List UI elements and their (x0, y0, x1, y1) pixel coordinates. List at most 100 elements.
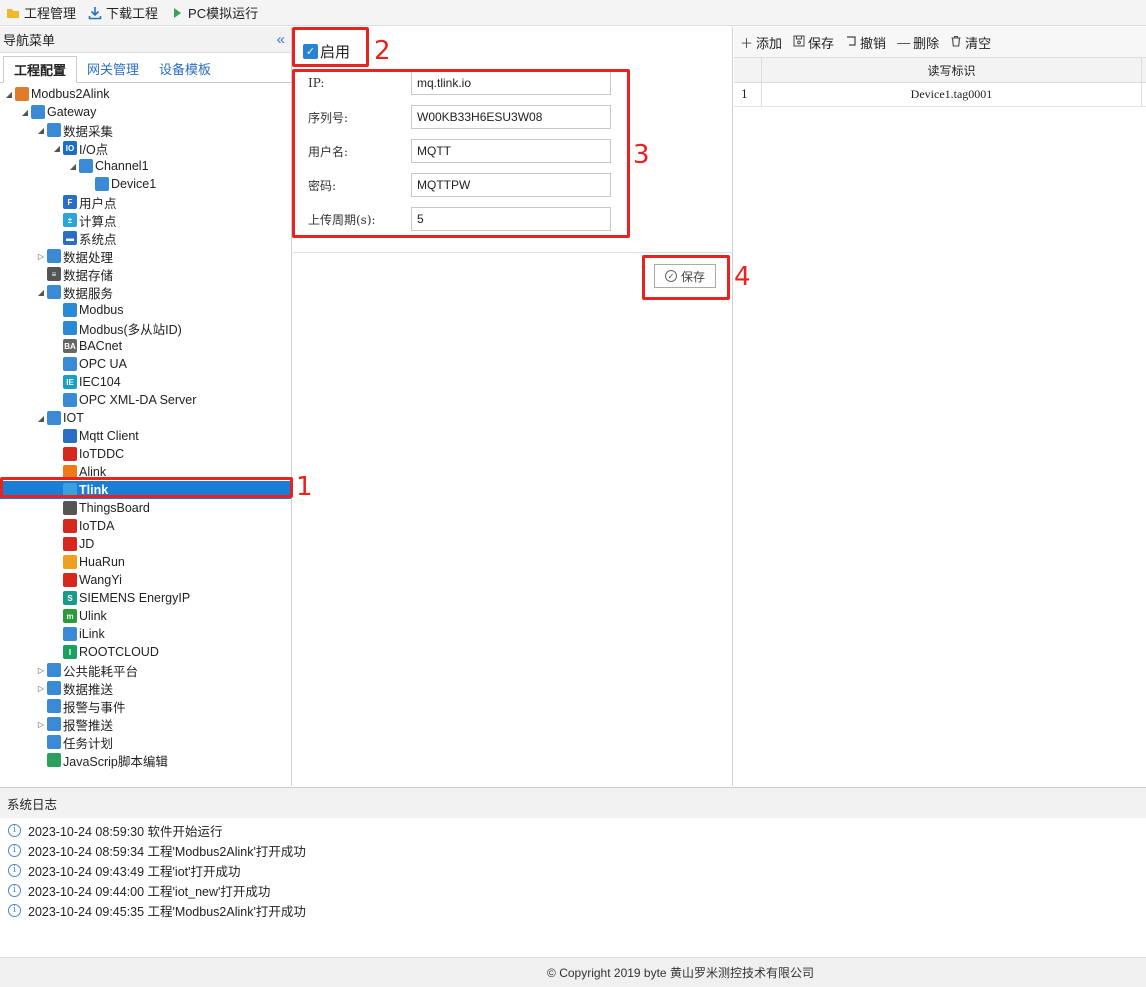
tab-device-template[interactable]: 设备模板 (149, 55, 221, 82)
calendar-icon (47, 735, 61, 749)
tree-item-ulink[interactable]: m Ulink (0, 607, 291, 625)
grid-toolbar: ＋ 添加 保存 撤销 — 删除 清空 (734, 27, 1146, 58)
tree-item-iotda[interactable]: IoTDA (0, 517, 291, 535)
tree-item-modbus2alink[interactable]: ◢ Modbus2Alink (0, 85, 291, 103)
collapsed-arrow-icon[interactable]: ▷ (35, 684, 47, 693)
tree-item-iec104[interactable]: IE IEC104 (0, 373, 291, 391)
expanded-arrow-icon[interactable]: ◢ (35, 414, 47, 423)
download-project-button[interactable]: 下载工程 (88, 3, 158, 22)
tab-project-config[interactable]: 工程配置 (3, 56, 78, 83)
tree-item-[interactable]: ◢ 数据采集 (0, 121, 291, 139)
expanded-arrow-icon[interactable]: ◢ (35, 126, 47, 135)
tree-item-label: IoTDDC (79, 447, 125, 461)
tree-item-label: Gateway (47, 105, 97, 119)
tree-item-[interactable]: ▷ 数据推送 (0, 679, 291, 697)
tree-item-mqtt-client[interactable]: Mqtt Client (0, 427, 291, 445)
nav-panel: 导航菜单 « 工程配置 网关管理 设备模板 ◢ Modbus2Alink ◢ Gate… (0, 27, 292, 786)
tree-item-label: HuaRun (79, 555, 125, 569)
download-project-label: 下载工程 (106, 6, 159, 21)
column-header-rw-tag[interactable]: 读写标识 (762, 58, 1142, 82)
tree-item-label: JD (79, 537, 95, 551)
minus-icon: — (897, 34, 911, 50)
tree-item-[interactable]: ▷ 公共能耗平台 (0, 661, 291, 679)
tree-item-[interactable]: ▷ 报警推送 (0, 715, 291, 733)
tree-item-javascrip[interactable]: JavaScrip脚本编辑 (0, 751, 291, 769)
tree-item-thingsboard[interactable]: ThingsBoard (0, 499, 291, 517)
expanded-arrow-icon[interactable]: ◢ (35, 288, 47, 297)
tree-item-label: Mqtt Client (79, 429, 139, 443)
grid-save-label: 保存 (808, 35, 835, 51)
gateway-icon (31, 105, 45, 119)
tree-item-[interactable]: ▷ 数据处理 (0, 247, 291, 265)
tree-item-opc-xml-da-server[interactable]: OPC XML-DA Server (0, 391, 291, 409)
tree-item-iot[interactable]: ◢ IOT (0, 409, 291, 427)
tree-item-bacnet[interactable]: BA BACnet (0, 337, 291, 355)
log-text: 2023-10-24 09:43:49 工程'iot'打开成功 (28, 864, 241, 879)
delete-button[interactable]: — 删除 (897, 33, 939, 52)
add-button[interactable]: ＋ 添加 (740, 33, 782, 52)
tree-item-i-o[interactable]: ◢ IO I/O点 (0, 139, 291, 157)
tree-item-label: SIEMENS EnergyIP (79, 591, 191, 605)
tree-item-siemens-energyip[interactable]: S SIEMENS EnergyIP (0, 589, 291, 607)
table-row[interactable]: 1 Device1.tag0001 (734, 83, 1146, 107)
tree-item-[interactable]: ± 计算点 (0, 211, 291, 229)
expanded-arrow-icon[interactable]: ◢ (19, 108, 31, 117)
collapsed-arrow-icon[interactable]: ▷ (35, 666, 47, 675)
folder-icon (6, 6, 20, 20)
tree-item-label: ROOTCLOUD (79, 645, 159, 659)
iec104-icon: IE (63, 375, 77, 389)
tree-item-channel1[interactable]: ◢ Channel1 (0, 157, 291, 175)
tree-item-[interactable]: F 用户点 (0, 193, 291, 211)
tree-item-ilink[interactable]: iLink (0, 625, 291, 643)
tree-item-opc-ua[interactable]: OPC UA (0, 355, 291, 373)
io-icon: IO (63, 141, 77, 155)
annotation-number-2: 2 (374, 36, 391, 66)
tree-item-gateway[interactable]: ◢ Gateway (0, 103, 291, 121)
pc-simulate-button[interactable]: PC模拟运行 (170, 3, 258, 22)
tree-item-[interactable]: ▬ 系统点 (0, 229, 291, 247)
tree-item-[interactable]: ◢ 数据服务 (0, 283, 291, 301)
collapsed-arrow-icon[interactable]: ▷ (35, 252, 47, 261)
tree-item-[interactable]: ≡ 数据存储 (0, 265, 291, 283)
clear-button[interactable]: 清空 (950, 33, 991, 52)
nav-header: 导航菜单 « (0, 27, 291, 53)
tree-item-device1[interactable]: Device1 (0, 175, 291, 193)
tree-item-modbus[interactable]: Modbus (0, 301, 291, 319)
row-number: 1 (734, 83, 762, 106)
tree-item-label: Modbus2Alink (31, 87, 110, 101)
opc-xml-icon (63, 393, 77, 407)
project-manage-button[interactable]: 工程管理 (6, 3, 76, 22)
collapsed-arrow-icon[interactable]: ▷ (35, 720, 47, 729)
huawei-icon (63, 519, 77, 533)
tree-item-wangyi[interactable]: WangYi (0, 571, 291, 589)
nav-tabs: 工程配置 网关管理 设备模板 (0, 53, 291, 83)
tab-gateway-manage[interactable]: 网关管理 (77, 55, 149, 82)
tree-item-iotddc[interactable]: IoTDDC (0, 445, 291, 463)
undo-button[interactable]: 撤销 (845, 33, 886, 52)
tree-item-jd[interactable]: JD (0, 535, 291, 553)
tree-item-[interactable]: 报警与事件 (0, 697, 291, 715)
tag-cell[interactable]: Device1.tag0001 (762, 83, 1142, 106)
tree-item-modbus-id[interactable]: Modbus(多从站ID) (0, 319, 291, 337)
download-icon (88, 6, 102, 20)
delete-label: 删除 (913, 35, 940, 51)
expanded-arrow-icon[interactable]: ◢ (51, 144, 63, 153)
grid-save-button[interactable]: 保存 (793, 33, 834, 52)
system-point-icon: ▬ (63, 231, 77, 245)
user-point-icon: F (63, 195, 77, 209)
tree-item-label: Modbus(多从站ID) (79, 322, 182, 337)
tree-item-label: iLink (79, 627, 105, 641)
divider (293, 252, 733, 253)
collapse-icon[interactable]: « (277, 31, 285, 48)
tree-item-huarun[interactable]: HuaRun (0, 553, 291, 571)
wangyi-icon (63, 573, 77, 587)
expanded-arrow-icon[interactable]: ◢ (3, 90, 15, 99)
system-log-panel: 系统日志 i 2023-10-24 08:59:30 软件开始运行 i 2023-10… (0, 787, 1146, 957)
tree-item-label: Ulink (79, 609, 107, 623)
tree-item-[interactable]: 任务计划 (0, 733, 291, 751)
iot-icon (47, 411, 61, 425)
device-icon (95, 177, 109, 191)
expanded-arrow-icon[interactable]: ◢ (67, 162, 79, 171)
tree-item-rootcloud[interactable]: I ROOTCLOUD (0, 643, 291, 661)
data-push-icon (47, 681, 61, 695)
